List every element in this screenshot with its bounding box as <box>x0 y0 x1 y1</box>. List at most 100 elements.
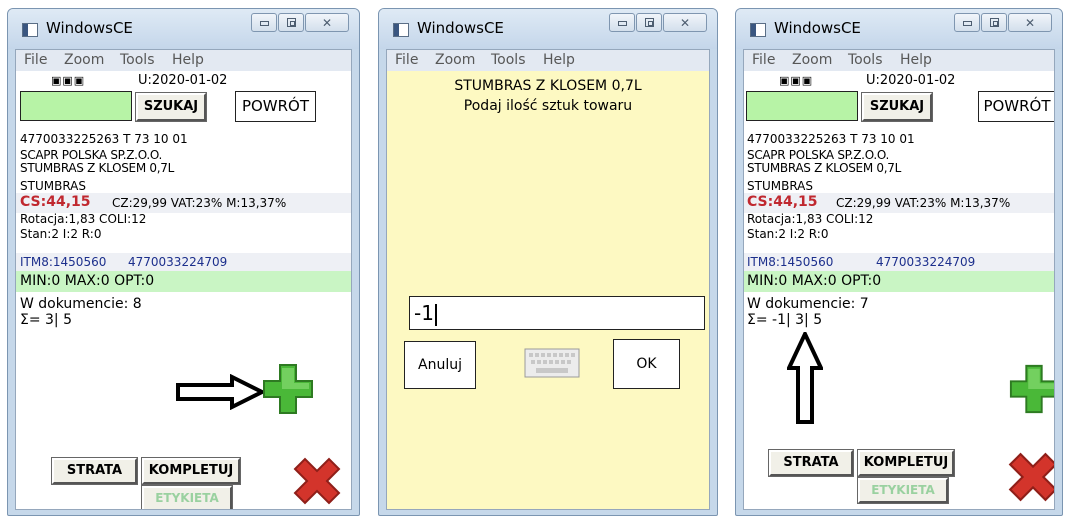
menu-tools[interactable]: Tools <box>848 52 883 68</box>
product-name: STUMBRAS Z KLOSEM 0,7L <box>20 161 174 175</box>
stock-line: Stan:2 I:2 R:0 <box>20 227 102 241</box>
minimize-button[interactable] <box>609 13 635 32</box>
menu-zoom[interactable]: Zoom <box>792 52 832 68</box>
delete-icon[interactable] <box>1006 450 1055 504</box>
sigma-line: Σ= -1| 3| 5 <box>747 312 823 328</box>
menu-zoom[interactable]: Zoom <box>64 52 104 68</box>
product-name: STUMBRAS Z KLOSEM 0,7L <box>747 161 901 175</box>
window-3: WindowsCE ✕ File Zoom Tools Help ▣▣▣ U:2… <box>735 8 1063 516</box>
add-icon[interactable] <box>261 362 315 416</box>
search-button[interactable]: SZUKAJ <box>136 93 206 121</box>
window-title: WindowsCE <box>46 19 133 37</box>
kompletuj-button[interactable]: KOMPLETUJ <box>142 458 240 484</box>
minimize-button[interactable] <box>954 13 980 32</box>
in-document: W dokumencie: 7 <box>747 296 869 312</box>
maximize-icon <box>287 18 296 27</box>
close-button[interactable]: ✕ <box>305 13 349 32</box>
delete-icon[interactable] <box>291 455 343 507</box>
cs-price: CS:44,15 <box>20 194 91 210</box>
close-icon: ✕ <box>1024 16 1036 30</box>
itm-ean: 4770033224709 <box>128 255 228 269</box>
quantity-input[interactable]: -1 <box>409 296 705 330</box>
maximize-icon <box>645 18 654 27</box>
menu-tools[interactable]: Tools <box>491 52 526 68</box>
back-button[interactable]: POWRÓT <box>235 91 316 122</box>
search-input[interactable] <box>746 91 858 121</box>
itm-ean: 4770033224709 <box>876 255 976 269</box>
title-bar[interactable]: WindowsCE ✕ <box>379 9 717 49</box>
arrow-right-icon <box>176 374 264 410</box>
barcode-icon[interactable]: ▣▣▣ <box>779 74 813 87</box>
menu-file[interactable]: File <box>752 52 775 68</box>
ean-line: 4770033225263 T 73 10 01 <box>20 132 188 146</box>
maximize-button[interactable] <box>981 13 1007 32</box>
menu-tools[interactable]: Tools <box>120 52 155 68</box>
ean-line: 4770033225263 T 73 10 01 <box>747 132 915 146</box>
client-area: File Zoom Tools Help STUMBRAS Z KLOSEM 0… <box>386 49 710 510</box>
minimize-icon <box>618 21 627 26</box>
add-icon[interactable] <box>1008 363 1055 415</box>
strata-button[interactable]: STRATA <box>52 458 137 484</box>
cancel-button[interactable]: Anuluj <box>404 341 476 389</box>
menu-bar: File Zoom Tools Help <box>387 50 709 71</box>
minmax-line: MIN:0 MAX:0 OPT:0 <box>747 273 882 289</box>
minmax-line: MIN:0 MAX:0 OPT:0 <box>20 273 155 289</box>
close-icon: ✕ <box>679 16 691 30</box>
close-button[interactable]: ✕ <box>1008 13 1052 32</box>
strata-button[interactable]: STRATA <box>769 450 853 476</box>
window-title: WindowsCE <box>774 19 861 37</box>
supplier-name: SCAPR POLSKA SP.Z.O.O. <box>747 148 890 162</box>
stock-line: Stan:2 I:2 R:0 <box>747 227 829 241</box>
keyboard-icon[interactable] <box>524 343 580 383</box>
menu-help[interactable]: Help <box>172 52 204 68</box>
rotation-line: Rotacja:1,83 COLI:12 <box>20 212 147 226</box>
menu-file[interactable]: File <box>24 52 47 68</box>
search-input[interactable] <box>20 91 132 121</box>
barcode-icon[interactable]: ▣▣▣ <box>51 74 85 87</box>
window-title: WindowsCE <box>417 19 504 37</box>
brand-name: STUMBRAS <box>747 179 813 193</box>
quantity-value: -1 <box>414 301 434 325</box>
menu-bar: File Zoom Tools Help <box>16 50 351 71</box>
minimize-icon <box>260 21 269 26</box>
etykieta-button[interactable]: ETYKIETA <box>142 486 232 509</box>
dialog-prompt: Podaj ilość sztuk towaru <box>463 98 633 114</box>
in-document: W dokumencie: 8 <box>20 296 142 312</box>
itm-code: ITM8:1450560 <box>747 255 834 269</box>
menu-help[interactable]: Help <box>543 52 575 68</box>
date-label: U:2020-01-02 <box>138 73 228 88</box>
menu-file[interactable]: File <box>395 52 418 68</box>
itm-code: ITM8:1450560 <box>20 255 107 269</box>
maximize-icon <box>990 18 999 27</box>
close-icon: ✕ <box>321 16 333 30</box>
window-1: WindowsCE ✕ File Zoom Tools Help ▣▣▣ U:2… <box>7 8 360 516</box>
etykieta-button[interactable]: ETYKIETA <box>858 478 948 503</box>
maximize-button[interactable] <box>278 13 304 32</box>
arrow-up-icon <box>787 332 823 424</box>
close-button[interactable]: ✕ <box>663 13 707 32</box>
price-details: CZ:29,99 VAT:23% M:13,37% <box>112 196 287 210</box>
dialog-title: STUMBRAS Z KLOSEM 0,7L <box>454 78 642 94</box>
window-2: WindowsCE ✕ File Zoom Tools Help STUMBRA… <box>378 8 718 516</box>
app-icon <box>393 23 409 37</box>
title-bar[interactable]: WindowsCE ✕ <box>8 9 359 49</box>
title-bar[interactable]: WindowsCE ✕ <box>736 9 1062 49</box>
back-button[interactable]: POWRÓT <box>978 91 1054 122</box>
minimize-button[interactable] <box>251 13 277 32</box>
price-details: CZ:29,99 VAT:23% M:13,37% <box>836 196 1011 210</box>
kompletuj-button[interactable]: KOMPLETUJ <box>858 450 954 476</box>
date-label: U:2020-01-02 <box>866 73 956 88</box>
client-area: File Zoom Tools Help ▣▣▣ U:2020-01-02 SZ… <box>743 49 1055 510</box>
menu-help[interactable]: Help <box>900 52 932 68</box>
client-area: File Zoom Tools Help ▣▣▣ U:2020-01-02 SZ… <box>15 49 352 510</box>
search-button[interactable]: SZUKAJ <box>862 93 932 121</box>
rotation-line: Rotacja:1,83 COLI:12 <box>747 212 874 226</box>
app-icon <box>750 23 766 37</box>
ok-button[interactable]: OK <box>613 339 680 389</box>
minimize-icon <box>963 21 972 26</box>
text-caret <box>434 303 437 326</box>
menu-zoom[interactable]: Zoom <box>435 52 475 68</box>
app-icon <box>22 23 38 37</box>
brand-name: STUMBRAS <box>20 179 86 193</box>
maximize-button[interactable] <box>636 13 662 32</box>
